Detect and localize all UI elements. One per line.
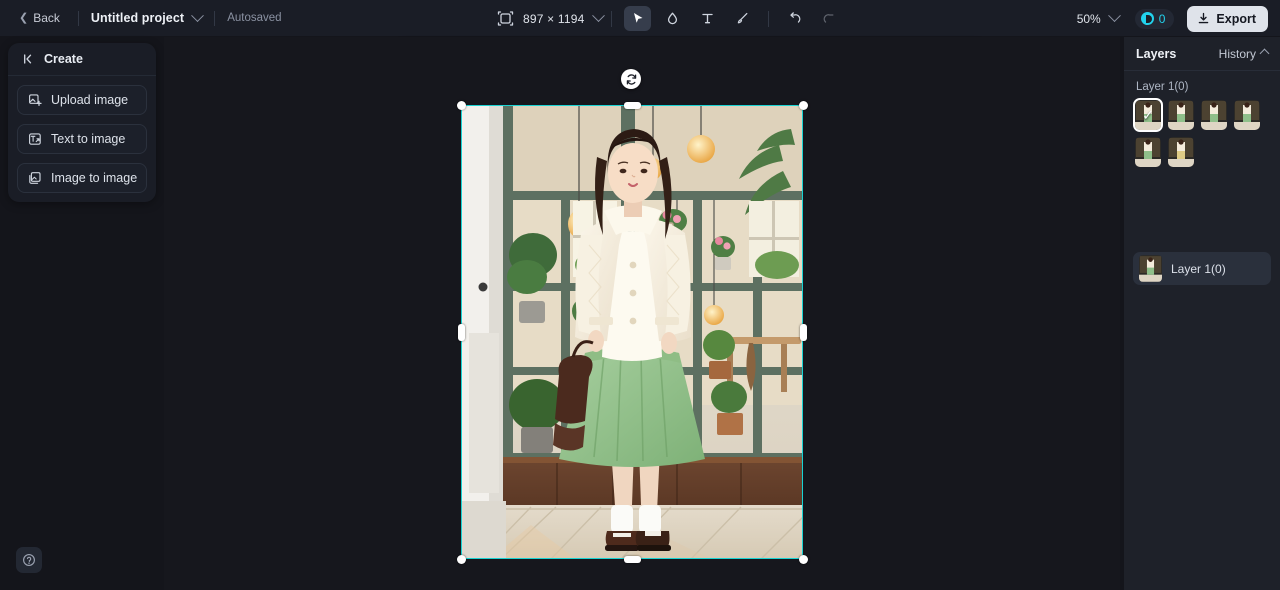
project-name: Untitled project — [90, 11, 185, 25]
rotate-handle[interactable] — [621, 69, 641, 89]
canvas-area[interactable] — [164, 37, 1120, 590]
create-panel-header: Create — [8, 43, 156, 76]
create-panel-items: Upload image Text to image Image to imag… — [8, 76, 156, 193]
sidebar-item-label: Upload image — [51, 93, 129, 107]
download-icon — [1199, 12, 1209, 24]
coin-icon — [1140, 12, 1154, 25]
hand-tool-button[interactable] — [659, 6, 686, 31]
thumbnail-image — [1168, 137, 1194, 167]
sidebar-item-label: Image to image — [51, 171, 138, 185]
thumbnail-image — [1234, 100, 1260, 130]
resize-handle-bottom-left[interactable] — [456, 554, 466, 564]
resize-handle-left[interactable] — [457, 323, 465, 341]
resize-handle-bottom[interactable] — [623, 555, 641, 563]
text-tool-button[interactable] — [694, 6, 721, 31]
text-to-image-icon — [29, 133, 41, 145]
layer-list-item[interactable]: Layer 1(0) — [1133, 252, 1271, 285]
thumbnail-grid: ✓ — [1124, 98, 1280, 167]
resize-handle-top[interactable] — [623, 101, 641, 109]
zoom-chevron-down-icon[interactable] — [1107, 9, 1121, 23]
canvas-size-chevron-down-icon[interactable] — [591, 9, 605, 23]
thumbnail-3[interactable] — [1201, 100, 1227, 130]
layers-panel: Layers History Layer 1(0) ✓ Layer 1(0) — [1124, 37, 1280, 590]
artwork — [461, 105, 803, 559]
zoom-level-value: 50% — [1076, 11, 1101, 26]
credits-badge[interactable]: 0 — [1134, 8, 1175, 29]
layers-panel-header: Layers History — [1124, 37, 1280, 71]
upload-image-icon — [29, 94, 42, 107]
thumbnail-6[interactable] — [1168, 137, 1194, 167]
top-bar-left: ❮ Back Untitled project Autosaved — [0, 7, 282, 29]
export-label: Export — [1216, 11, 1256, 26]
thumbnail-image — [1168, 100, 1194, 130]
thumbnail-image — [1135, 137, 1161, 167]
select-tool-button[interactable] — [623, 6, 651, 31]
back-button[interactable]: ❮ Back — [13, 7, 66, 29]
chevron-left-icon: ❮ — [19, 11, 29, 24]
create-panel: Create Upload image Text to image Image … — [8, 43, 156, 202]
resize-handle-top-right[interactable] — [798, 100, 808, 110]
help-button[interactable] — [16, 547, 42, 573]
divider — [610, 10, 612, 27]
brush-icon — [737, 12, 747, 24]
selection-wrapper — [456, 69, 808, 564]
thumbnail-5[interactable] — [1135, 137, 1161, 167]
autosave-status: Autosaved — [227, 12, 282, 24]
chevron-down-icon[interactable] — [191, 8, 205, 22]
resize-handle-top-left[interactable] — [456, 100, 466, 110]
top-bar: ❮ Back Untitled project Autosaved 897 × … — [0, 0, 1280, 37]
image-to-image-icon — [29, 172, 41, 184]
hand-icon — [667, 12, 677, 25]
layer-name: Layer 1(0) — [1171, 261, 1226, 276]
layer-thumbnail — [1139, 255, 1162, 282]
sidebar-item-upload-image[interactable]: Upload image — [17, 85, 147, 115]
redo-button[interactable] — [816, 6, 843, 31]
canvas-size-value: 897 × 1194 — [523, 11, 585, 26]
export-button[interactable]: Export — [1187, 5, 1268, 32]
undo-icon — [789, 12, 800, 23]
chevron-up-icon — [1259, 48, 1270, 59]
canvas-size-icon — [497, 10, 514, 27]
resize-handle-right[interactable] — [799, 323, 807, 341]
history-toggle[interactable]: History — [1218, 46, 1270, 61]
divider — [767, 10, 769, 27]
divider — [214, 10, 216, 26]
thumbnail-image — [1201, 100, 1227, 130]
resize-handle-bottom-right[interactable] — [798, 554, 808, 564]
text-icon — [701, 13, 713, 24]
top-bar-tools: 897 × 1194 — [497, 0, 847, 37]
layers-panel-title: Layers — [1136, 46, 1177, 61]
sidebar-item-text-to-image[interactable]: Text to image — [17, 124, 147, 154]
sidebar-item-label: Text to image — [51, 132, 126, 146]
brush-tool-button[interactable] — [729, 6, 756, 31]
rotate-icon — [626, 73, 636, 85]
layer-group-label: Layer 1(0) — [1136, 81, 1189, 93]
layer-thumbnail-image — [1139, 255, 1162, 282]
thumbnail-1[interactable]: ✓ — [1133, 98, 1163, 132]
history-label: History — [1218, 46, 1256, 61]
canvas-image[interactable] — [461, 105, 803, 559]
back-label: Back — [33, 11, 60, 25]
redo-icon — [823, 14, 833, 23]
top-bar-right: 50% 0 Export — [1077, 0, 1268, 37]
collapse-left-icon[interactable] — [22, 52, 36, 66]
undo-button[interactable] — [781, 6, 808, 31]
cursor-icon — [633, 13, 643, 23]
check-icon: ✓ — [1142, 106, 1154, 123]
thumbnail-4[interactable] — [1234, 100, 1260, 130]
create-panel-title: Create — [44, 52, 83, 66]
sidebar-item-image-to-image[interactable]: Image to image — [17, 163, 147, 193]
thumbnail-2[interactable] — [1168, 100, 1194, 130]
help-icon — [23, 554, 35, 566]
credits-count: 0 — [1158, 11, 1166, 26]
app-root: ❮ Back Untitled project Autosaved 897 × … — [0, 0, 1280, 590]
divider — [77, 10, 79, 26]
